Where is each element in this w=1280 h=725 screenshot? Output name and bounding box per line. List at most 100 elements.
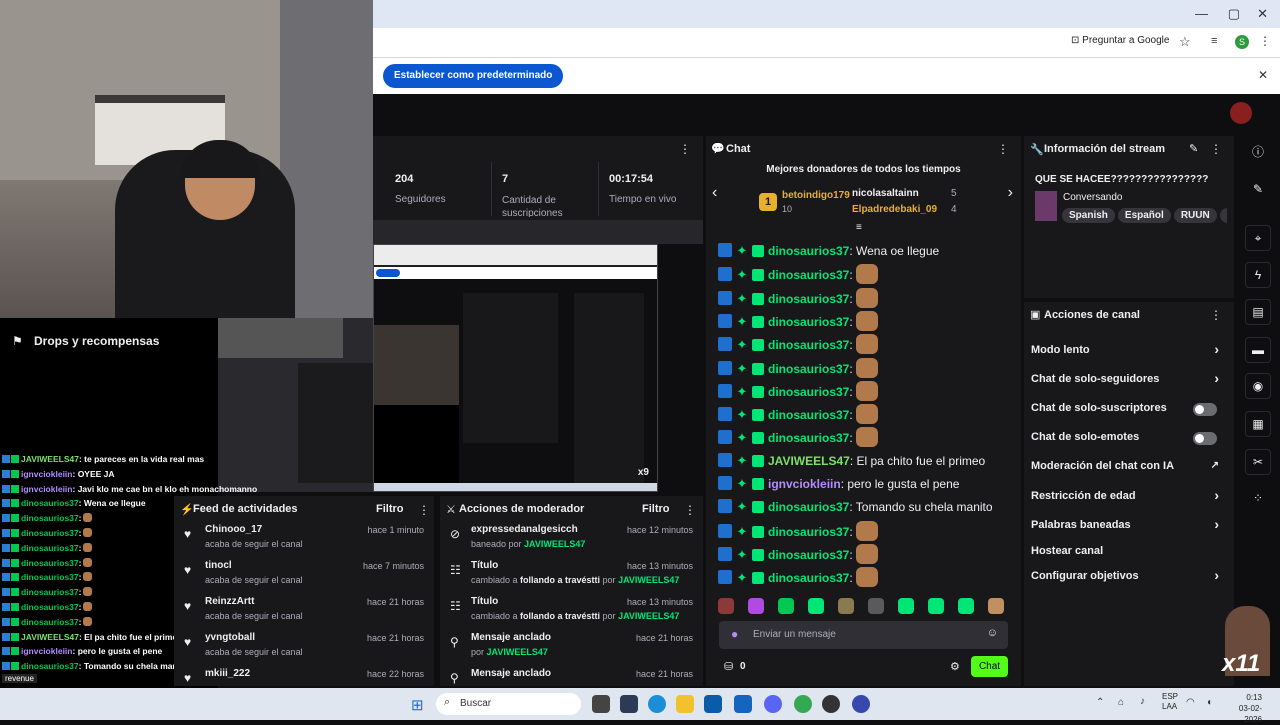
mic-icon[interactable]: ● — [731, 627, 738, 641]
stream-tag[interactable]: ch — [1219, 208, 1227, 223]
channel-action-chat-de-solo-seguidores[interactable]: Chat de solo-seguidores › — [1031, 370, 1227, 389]
mod-action-item[interactable]: ⚲ Mensaje anclado por JAVIWEELS47 hace 21 h… — [440, 632, 703, 668]
file-explorer-icon[interactable] — [676, 695, 694, 713]
broadcast-icon[interactable]: ◉ — [1245, 373, 1271, 399]
tools-icon[interactable]: ✂ — [1245, 449, 1271, 475]
mod-menu-icon[interactable]: ⋮ — [684, 503, 696, 517]
chat-username[interactable]: JAVIWEELS47 — [768, 454, 850, 468]
stream-tag[interactable]: Español — [1117, 208, 1171, 223]
pinned-expand-icon[interactable]: ≡ — [856, 222, 862, 233]
feed-item[interactable]: ♥ Chinooo_17 acaba de seguir el canal hace … — [174, 524, 434, 560]
close-window-icon[interactable]: ✕ — [1257, 6, 1268, 22]
stream-tag[interactable]: RUUN — [1173, 208, 1217, 223]
emote-2-icon[interactable] — [748, 598, 764, 614]
wifi-icon[interactable]: ◠ — [1186, 697, 1195, 708]
volume-icon[interactable]: ◖ — [1206, 697, 1212, 708]
bookmark-star-icon[interactable]: ☆ — [1179, 34, 1191, 50]
stream-tag[interactable]: Spanish — [1062, 208, 1115, 223]
chat-username[interactable]: dinosaurios37 — [768, 292, 849, 306]
chat-message[interactable]: ✦ ignvciokleiin: pero le gusta el pene — [718, 474, 959, 494]
chat-message[interactable]: ✦ JAVIWEELS47: El pa chito fue el primeo — [718, 451, 985, 471]
language-indicator[interactable]: ESP LAA — [1162, 692, 1178, 712]
taskbar-search[interactable]: ⌕ Buscar — [436, 693, 581, 715]
emote-8-icon[interactable] — [928, 598, 944, 614]
user-avatar[interactable] — [1230, 102, 1252, 124]
discord-icon[interactable] — [764, 695, 782, 713]
maximize-icon[interactable]: ▢ — [1228, 6, 1240, 22]
channel-action-moderaci-n-del-chat-con-ia[interactable]: Moderación del chat con IA ↗ — [1031, 460, 1227, 476]
category-name[interactable]: Conversando — [1063, 192, 1122, 203]
emote-9-icon[interactable] — [958, 598, 974, 614]
mod-filter-button[interactable]: Filtro — [642, 503, 670, 515]
feed-username[interactable]: yvngtoball — [205, 632, 255, 643]
donors-prev-icon[interactable]: ‹ — [712, 184, 717, 202]
document-icon[interactable]: ▤ — [1245, 299, 1271, 325]
donor1-name[interactable]: betoindigo179 — [782, 190, 850, 201]
feed-menu-icon[interactable]: ⋮ — [418, 503, 430, 517]
chat-username[interactable]: dinosaurios37 — [768, 385, 849, 399]
emote-4-icon[interactable] — [808, 598, 824, 614]
chat-message[interactable]: ✦ dinosaurios37: — [718, 334, 878, 355]
emoji-picker-icon[interactable]: ☺ — [987, 627, 998, 639]
channel-action-configurar-objetivos[interactable]: Configurar objetivos › — [1031, 567, 1227, 586]
channel-action-chat-de-solo-emotes[interactable]: Chat de solo-emotes — [1031, 431, 1227, 447]
mod-actor[interactable]: JAVIWEELS47 — [487, 647, 548, 657]
reading-list-icon[interactable]: ≡ — [1211, 35, 1217, 47]
profile-avatar[interactable]: S — [1235, 35, 1249, 49]
channel-action-chat-de-solo-suscriptores[interactable]: Chat de solo-suscriptores — [1031, 402, 1227, 418]
info-icon[interactable]: ⓘ — [1245, 140, 1271, 166]
chat-message[interactable]: ✦ dinosaurios37: — [718, 404, 878, 425]
emote-1-icon[interactable] — [718, 598, 734, 614]
donor2-name[interactable]: nicolasaltainn — [852, 188, 919, 199]
mod-actor[interactable]: JAVIWEELS47 — [618, 611, 679, 621]
pencil-icon[interactable]: ✎ — [1245, 177, 1271, 203]
emote-10-icon[interactable] — [988, 598, 1004, 614]
stream-preview[interactable]: x9 — [373, 244, 658, 492]
emote-6-icon[interactable] — [868, 598, 884, 614]
feed-username[interactable]: mkiii_222 — [205, 668, 250, 679]
browser-menu-icon[interactable]: ⋮ — [1259, 34, 1271, 48]
chat-username[interactable]: ignvciokleiin — [768, 477, 841, 491]
chat-username[interactable]: dinosaurios37 — [768, 362, 849, 376]
chat-username[interactable]: dinosaurios37 — [768, 244, 849, 258]
channel-action-hostear-canal[interactable]: Hostear canal — [1031, 545, 1227, 561]
start-icon[interactable]: ⊞ — [411, 696, 424, 714]
chat-message[interactable]: ✦ dinosaurios37: — [718, 264, 878, 285]
chat-message[interactable]: ✦ dinosaurios37: — [718, 310, 878, 331]
mod-action-item[interactable]: ☷ Título cambiado a follando a travéstti p… — [440, 560, 703, 596]
channel-action-modo-lento[interactable]: Modo lento › — [1031, 341, 1227, 360]
mod-actor[interactable]: JAVIWEELS47 — [524, 539, 585, 549]
ask-google-button[interactable]: ⊡ Preguntar a Google — [1071, 35, 1169, 46]
chat-message[interactable]: ✦ dinosaurios37: Tomando su chela manito — [718, 497, 993, 517]
toggle-switch[interactable] — [1193, 403, 1217, 416]
layout-icon[interactable]: ▦ — [1245, 411, 1271, 437]
close-infobar-icon[interactable]: ✕ — [1258, 68, 1268, 82]
actions-menu-icon[interactable]: ⋮ — [1210, 308, 1222, 322]
chat-send-button[interactable]: Chat — [971, 656, 1008, 677]
app-icon[interactable] — [620, 695, 638, 713]
capture-icon[interactable]: ⌖ — [1245, 225, 1271, 251]
chat-icon[interactable]: ▬ — [1245, 337, 1271, 363]
chat-message[interactable]: ✦ dinosaurios37: — [718, 380, 878, 401]
mail-icon[interactable] — [734, 695, 752, 713]
minimize-icon[interactable]: — — [1195, 6, 1208, 21]
chat-settings-icon[interactable]: ⚙ — [950, 660, 960, 673]
chat-username[interactable]: dinosaurios37 — [768, 315, 849, 329]
mod-action-item[interactable]: ⊘ expressedanalgesicch baneado por JAVIWEE… — [440, 524, 703, 560]
chat-message[interactable]: ✦ dinosaurios37: — [718, 567, 878, 588]
chat-message[interactable]: ✦ dinosaurios37: — [718, 543, 878, 564]
set-default-button[interactable]: Establecer como predeterminado — [383, 64, 564, 88]
chat-message[interactable]: ✦ dinosaurios37: Wena oe llegue — [718, 241, 939, 261]
mic-tray-icon[interactable]: ♪ — [1140, 696, 1145, 707]
chat-username[interactable]: dinosaurios37 — [768, 431, 849, 445]
chat-username[interactable]: dinosaurios37 — [768, 338, 849, 352]
emote-7-icon[interactable] — [898, 598, 914, 614]
chat-message[interactable]: ✦ dinosaurios37: — [718, 427, 878, 448]
feed-username[interactable]: Chinooo_17 — [205, 524, 262, 535]
chrome-icon[interactable] — [794, 695, 812, 713]
chat-username[interactable]: dinosaurios37 — [768, 268, 849, 282]
nodes-icon[interactable]: ⁘ — [1245, 486, 1271, 512]
chat-username[interactable]: dinosaurios37 — [768, 525, 849, 539]
mod-actor[interactable]: JAVIWEELS47 — [618, 575, 679, 585]
feed-username[interactable]: ReinzzArtt — [205, 596, 254, 607]
